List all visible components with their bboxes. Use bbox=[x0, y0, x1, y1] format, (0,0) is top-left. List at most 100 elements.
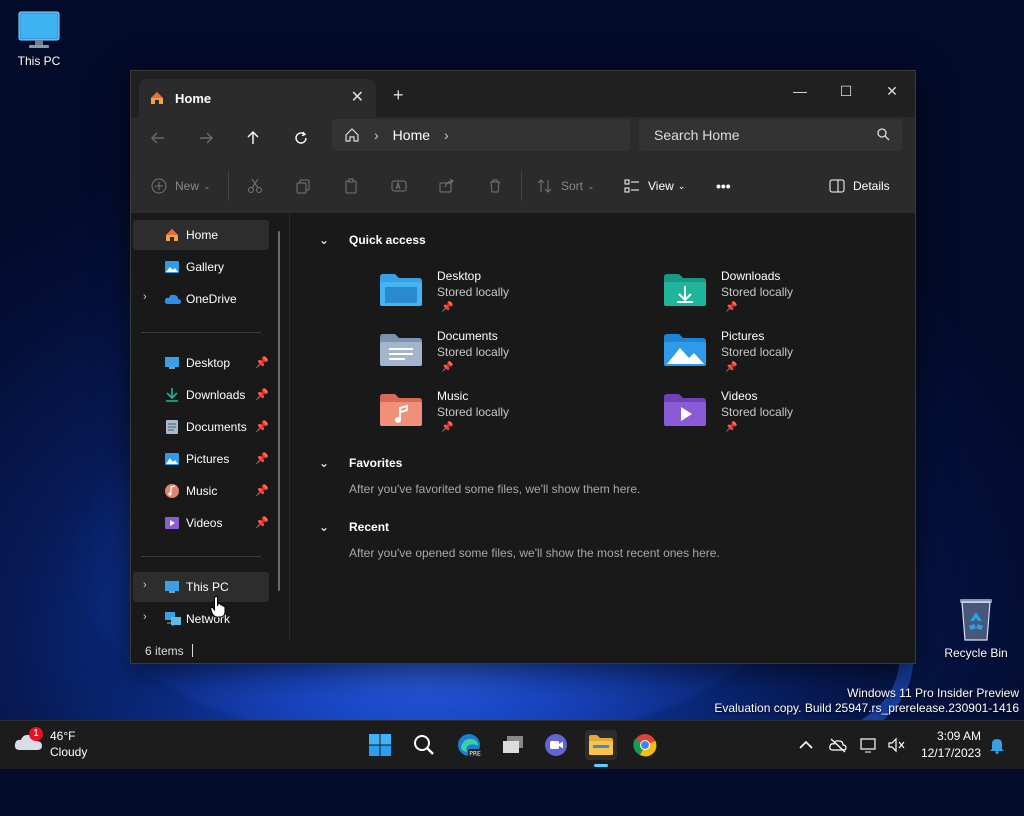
maximize-button[interactable]: ☐ bbox=[823, 77, 869, 105]
video-chat-icon bbox=[545, 734, 567, 756]
file-explorer-button[interactable] bbox=[585, 730, 617, 760]
up-button[interactable] bbox=[240, 125, 266, 151]
quick-access-desktop[interactable]: Desktop Stored locally 📌 bbox=[379, 269, 599, 321]
chrome-browser-icon bbox=[633, 734, 657, 757]
sidebar-item-gallery[interactable]: Gallery bbox=[133, 252, 269, 282]
more-options-button[interactable]: ••• bbox=[716, 175, 731, 197]
maximize-icon: ☐ bbox=[839, 82, 853, 99]
search-placeholder: Search Home bbox=[654, 127, 740, 143]
edge-button[interactable]: PRE bbox=[453, 730, 485, 760]
new-button[interactable]: New ⌄ bbox=[151, 175, 211, 197]
sidebar-item-music[interactable]: Music 📌 bbox=[133, 476, 269, 506]
sidebar-item-this-pc[interactable]: › This PC bbox=[133, 572, 269, 602]
pin-icon[interactable]: 📌 bbox=[255, 356, 269, 369]
chevron-down-icon[interactable]: ⌄ bbox=[319, 520, 329, 534]
sidebar-item-downloads[interactable]: Downloads 📌 bbox=[133, 380, 269, 410]
quick-access-pictures[interactable]: Pictures Stored locally 📌 bbox=[663, 329, 883, 381]
back-button[interactable] bbox=[145, 125, 171, 151]
sidebar-item-desktop[interactable]: Desktop 📌 bbox=[133, 348, 269, 378]
clock[interactable]: 3:09 AM 12/17/2023 bbox=[905, 729, 981, 760]
notifications-button[interactable] bbox=[981, 730, 1013, 760]
view-list-icon bbox=[624, 179, 639, 193]
sidebar-item-videos[interactable]: Videos 📌 bbox=[133, 508, 269, 538]
folder-status: Stored locally bbox=[437, 345, 510, 359]
refresh-icon bbox=[295, 131, 307, 144]
copy-button[interactable] bbox=[295, 175, 311, 197]
teams-button[interactable] bbox=[540, 730, 572, 760]
minimize-button[interactable]: — bbox=[777, 77, 823, 105]
chevron-down-icon[interactable]: ⌄ bbox=[319, 456, 329, 470]
start-button[interactable] bbox=[364, 730, 396, 760]
sidebar-item-onedrive[interactable]: › OneDrive bbox=[133, 284, 269, 314]
music-icon bbox=[165, 484, 179, 498]
videos-icon bbox=[165, 517, 179, 529]
cloud-icon bbox=[164, 294, 181, 304]
favorites-empty-text: After you've favorited some files, we'll… bbox=[349, 482, 641, 496]
section-favorites[interactable]: ⌄ Favorites bbox=[319, 456, 402, 470]
chevron-down-icon: ⌄ bbox=[677, 180, 686, 191]
search-button[interactable] bbox=[408, 730, 440, 760]
pin-icon[interactable]: 📌 bbox=[255, 420, 269, 433]
chevron-right-icon[interactable]: › bbox=[143, 579, 147, 591]
view-button[interactable]: View ⌄ bbox=[624, 175, 685, 197]
new-tab-button[interactable]: + bbox=[393, 85, 404, 106]
desktop-icon-this-pc[interactable]: This PC bbox=[12, 10, 66, 68]
chevron-right-icon[interactable]: › bbox=[143, 611, 147, 623]
chrome-button[interactable] bbox=[629, 730, 661, 760]
share-button[interactable] bbox=[439, 175, 455, 197]
close-button[interactable]: ✕ bbox=[869, 77, 915, 105]
quick-access-videos[interactable]: Videos Stored locally 📌 bbox=[663, 389, 883, 441]
sidebar-item-pictures[interactable]: Pictures 📌 bbox=[133, 444, 269, 474]
pin-icon[interactable]: 📌 bbox=[255, 388, 269, 401]
delete-button[interactable] bbox=[487, 175, 503, 197]
sidebar-item-documents[interactable]: Documents 📌 bbox=[133, 412, 269, 442]
sort-button[interactable]: Sort ⌄ bbox=[537, 175, 595, 197]
sidebar-item-network[interactable]: › Network bbox=[133, 604, 269, 634]
breadcrumb-home[interactable]: Home bbox=[393, 127, 430, 143]
task-view-button[interactable] bbox=[497, 730, 529, 760]
weather-widget[interactable]: 1 46°F Cloudy bbox=[14, 727, 87, 759]
sidebar-divider bbox=[141, 556, 261, 557]
more-icon: ••• bbox=[716, 178, 731, 194]
pin-icon[interactable]: 📌 bbox=[255, 516, 269, 529]
address-bar[interactable]: › Home › bbox=[332, 119, 630, 151]
sidebar-item-label: Videos bbox=[186, 516, 223, 530]
copy-icon bbox=[296, 179, 310, 194]
search-box[interactable]: Search Home bbox=[639, 119, 902, 151]
tab-close-button[interactable]: ✕ bbox=[351, 87, 364, 107]
section-quick-access[interactable]: ⌄ Quick access bbox=[319, 233, 426, 247]
details-button[interactable]: Details bbox=[829, 175, 890, 197]
rename-button[interactable] bbox=[391, 175, 407, 197]
view-label: View bbox=[648, 179, 674, 193]
section-recent[interactable]: ⌄ Recent bbox=[319, 520, 389, 534]
cloud-offline-icon bbox=[829, 738, 847, 753]
arrow-right-icon bbox=[200, 132, 213, 144]
cut-button[interactable] bbox=[247, 175, 263, 197]
quick-access-downloads[interactable]: Downloads Stored locally 📌 bbox=[663, 269, 883, 321]
show-hidden-icons-button[interactable] bbox=[790, 730, 822, 760]
tray-onedrive-button[interactable] bbox=[822, 730, 854, 760]
tab-home[interactable]: Home ✕ bbox=[139, 79, 376, 117]
weather-temperature: 46°F bbox=[50, 729, 76, 743]
chevron-right-icon[interactable]: › bbox=[444, 127, 449, 143]
refresh-button[interactable] bbox=[288, 125, 314, 151]
desktop-icon-recycle-bin[interactable]: Recycle Bin bbox=[942, 596, 1010, 660]
recent-empty-text: After you've opened some files, we'll sh… bbox=[349, 546, 720, 560]
chevron-right-icon[interactable]: › bbox=[143, 291, 147, 303]
pin-icon[interactable]: 📌 bbox=[255, 484, 269, 497]
forward-button[interactable] bbox=[193, 125, 219, 151]
chevron-down-icon[interactable]: ⌄ bbox=[319, 233, 329, 247]
folder-name: Desktop bbox=[437, 269, 482, 283]
quick-access-music[interactable]: Music Stored locally 📌 bbox=[379, 389, 599, 441]
paste-button[interactable] bbox=[343, 175, 359, 197]
windows-logo-icon bbox=[369, 734, 391, 756]
sidebar-item-label: Pictures bbox=[186, 452, 230, 466]
quick-access-documents[interactable]: Documents Stored locally 📌 bbox=[379, 329, 599, 381]
rename-icon bbox=[391, 180, 407, 192]
edge-browser-icon: PRE bbox=[458, 734, 482, 758]
sidebar-item-home[interactable]: Home bbox=[133, 220, 269, 250]
sidebar-item-label: Documents bbox=[186, 420, 247, 434]
arrow-up-icon bbox=[247, 131, 259, 144]
pin-icon[interactable]: 📌 bbox=[255, 452, 269, 465]
sidebar-scrollbar[interactable] bbox=[278, 231, 280, 591]
